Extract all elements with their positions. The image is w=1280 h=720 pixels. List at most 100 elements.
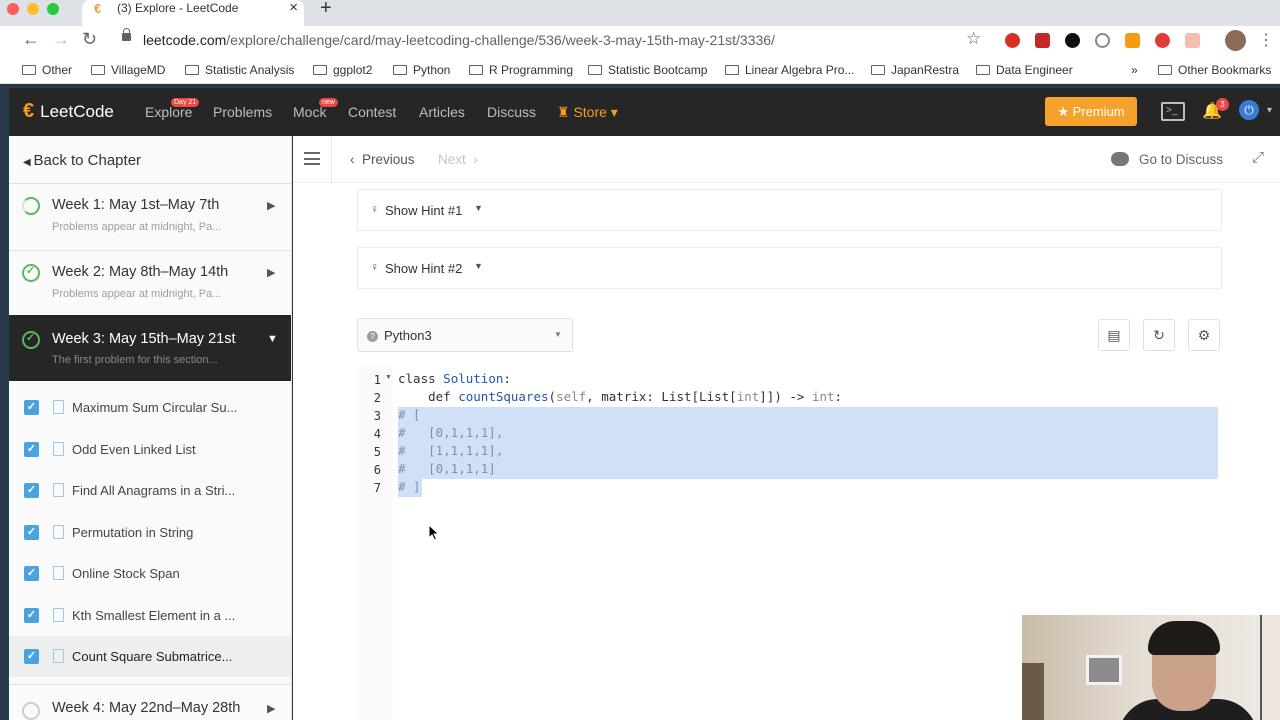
list-item-selected[interactable]: ✓ Count Square Submatrice... [9, 636, 291, 677]
forward-arrow-icon[interactable]: → [52, 29, 70, 50]
back-arrow-icon[interactable]: ← [22, 29, 40, 50]
new-tab-button[interactable]: + [320, 0, 332, 20]
bookmark-data-engineer[interactable]: Data Engineer [976, 63, 1073, 77]
bookmark-star-icon[interactable]: ☆ [966, 29, 981, 49]
extension-record-icon[interactable] [1155, 33, 1170, 48]
maximize-window-button[interactable] [47, 3, 59, 15]
bookmark-japanrestra[interactable]: JapanRestra [871, 63, 959, 77]
bookmark-ggplot2[interactable]: ggplot2 [313, 63, 372, 77]
gear-icon: ⚙ [1197, 327, 1211, 343]
list-item[interactable]: ✓ Maximum Sum Circular Su... [9, 387, 291, 428]
code-line-1: class Solution: [398, 371, 511, 386]
list-item[interactable]: ✓ Permutation in String [9, 512, 291, 553]
divider [9, 684, 291, 685]
webcam-person-hair [1148, 621, 1220, 655]
hint-2-toggle[interactable]: ♀ Show Hint #2 ▼ [357, 247, 1222, 289]
week-3-item[interactable]: Week 3: May 15th–May 21st The first prob… [9, 315, 291, 381]
address-bar[interactable]: leetcode.com/explore/challenge/card/may-… [143, 32, 775, 48]
line-number: 6 [373, 463, 381, 477]
completed-check-icon [22, 331, 40, 349]
leetcode-navbar: € LeetCode Explore Day 21 Problems Mock n… [9, 88, 1280, 136]
browser-tab[interactable]: € (3) Explore - LeetCode × [82, 0, 304, 26]
browser-toolbar: ← → ↻ leetcode.com/explore/challenge/car… [0, 26, 1280, 56]
extension-orange-icon[interactable] [1125, 33, 1140, 48]
reset-code-button[interactable]: ↻ [1143, 319, 1175, 351]
minimize-window-button[interactable] [27, 3, 39, 15]
document-icon [53, 608, 64, 622]
premium-button[interactable]: ★ Premium [1045, 97, 1137, 126]
settings-button[interactable]: ⚙ [1188, 319, 1220, 351]
bookmark-other[interactable]: Other [22, 63, 72, 77]
user-avatar-power-icon[interactable]: ⏻ [1239, 100, 1259, 120]
line-number: 4 [373, 427, 381, 441]
week-2-item[interactable]: Week 2: May 8th–May 14th Problems appear… [9, 251, 291, 317]
fold-arrow-icon[interactable]: ▼ [385, 374, 392, 381]
webcam-picture-frame [1086, 655, 1122, 685]
explore-day-badge: Day 21 [171, 98, 200, 107]
go-to-discuss-link[interactable]: Go to Discuss [1139, 152, 1223, 167]
checkbox-checked-icon: ✓ [24, 566, 39, 581]
list-item[interactable]: ✓ Online Stock Span [9, 553, 291, 594]
line-number: 2 [373, 391, 381, 405]
premium-label: Premium [1072, 104, 1125, 119]
extension-shield-icon[interactable] [1005, 33, 1020, 48]
expand-icon[interactable]: ⤢ [1252, 149, 1264, 166]
week-title: Week 2: May 8th–May 14th [52, 264, 229, 280]
bookmark-r-programming[interactable]: R Programming [469, 63, 573, 77]
previous-button[interactable]: ‹ Previous [350, 152, 415, 167]
week-title: Week 1: May 1st–May 7th [52, 197, 220, 213]
menu-hamburger-icon[interactable] [304, 152, 320, 165]
playground-terminal-icon[interactable]: >_ [1161, 102, 1185, 121]
back-to-chapter-link[interactable]: ◀ Back to Chapter [23, 152, 141, 169]
folder-icon [313, 65, 327, 75]
hint-label: Show Hint #1 [385, 203, 463, 218]
bookmarks-overflow-chevron[interactable]: » [1131, 63, 1138, 77]
bookmark-other-bookmarks[interactable]: Other Bookmarks [1158, 63, 1271, 77]
extension-grid-icon[interactable] [1035, 33, 1050, 48]
nav-discuss[interactable]: Discuss [487, 104, 536, 120]
profile-avatar[interactable] [1225, 30, 1246, 51]
nav-contest[interactable]: Contest [348, 104, 396, 120]
list-item[interactable]: ✓ Find All Anagrams in a Stri... [9, 470, 291, 511]
nav-store[interactable]: ♜ Store ▾ [557, 104, 618, 121]
document-icon [53, 400, 64, 414]
leetcode-logo[interactable]: € LeetCode [23, 100, 114, 123]
user-menu-caret-icon[interactable]: ▾ [1267, 105, 1272, 116]
folder-icon [588, 65, 602, 75]
reload-icon[interactable]: ↻ [82, 29, 97, 50]
menu-kebab-icon[interactable]: ⋮ [1258, 30, 1274, 50]
extension-1password-icon[interactable] [1065, 33, 1080, 48]
chevron-right-icon: ▶ [267, 200, 276, 212]
view-solution-button[interactable]: ▤ [1098, 319, 1130, 351]
close-tab-icon[interactable]: × [289, 0, 298, 16]
week-1-item[interactable]: Week 1: May 1st–May 7th Problems appear … [9, 184, 291, 250]
list-item[interactable]: ✓ Odd Even Linked List [9, 429, 291, 470]
line-number: 7 [373, 481, 381, 495]
bookmark-label: Linear Algebra Pro... [745, 63, 855, 77]
bookmark-linear-algebra[interactable]: Linear Algebra Pro... [725, 63, 854, 77]
progress-ring-icon [22, 702, 40, 720]
nav-problems[interactable]: Problems [213, 104, 272, 120]
hint-1-toggle[interactable]: ♀ Show Hint #1 ▼ [357, 189, 1222, 231]
bookmark-villagemd[interactable]: VillageMD [91, 63, 165, 77]
mock-new-badge: new [319, 98, 338, 107]
extension-arrow-icon[interactable] [1185, 33, 1200, 48]
extension-circle-icon[interactable] [1095, 33, 1110, 48]
bookmark-statistic-analysis[interactable]: Statistic Analysis [185, 63, 294, 77]
nav-articles[interactable]: Articles [419, 104, 465, 120]
hint-label: Show Hint #2 [385, 261, 463, 276]
close-window-button[interactable] [7, 3, 19, 15]
document-icon [53, 649, 64, 663]
code-line-3: # [ [398, 407, 421, 422]
list-item[interactable]: ✓ Kth Smallest Element in a ... [9, 595, 291, 636]
bookmark-statistic-bootcamp[interactable]: Statistic Bootcamp [588, 63, 707, 77]
problem-title: Maximum Sum Circular Su... [72, 400, 238, 415]
progress-ring-icon [22, 197, 40, 215]
bookmark-python[interactable]: Python [393, 63, 450, 77]
caret-down-icon: ▼ [474, 203, 483, 213]
language-select[interactable]: ? Python3 ▼ [357, 318, 573, 352]
next-button[interactable]: Next › [438, 152, 478, 167]
bookmark-label: VillageMD [111, 63, 166, 77]
folder-icon [91, 65, 105, 75]
week-4-item[interactable]: Week 4: May 22nd–May 28th ▶ [9, 686, 291, 720]
